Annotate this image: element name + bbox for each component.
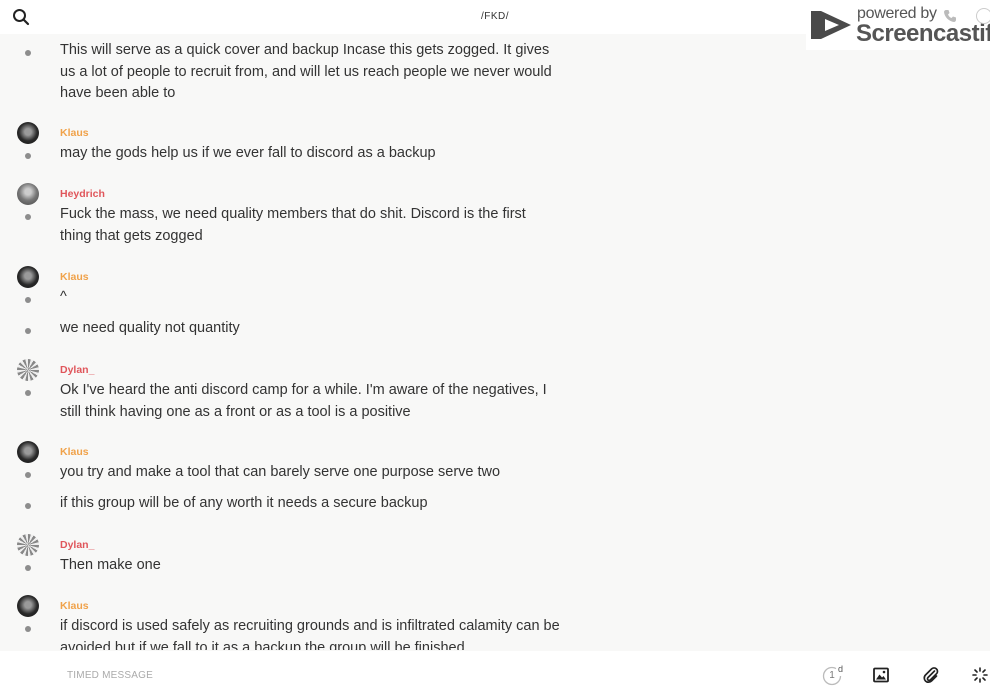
message-list: This will serve as a quick cover and bac… [0, 34, 990, 650]
loading-spinner-icon[interactable] [972, 667, 988, 683]
message-dot [25, 328, 31, 334]
info-icon[interactable] [976, 8, 990, 24]
message-author[interactable]: Klaus [60, 127, 89, 139]
avatar[interactable] [17, 359, 39, 381]
timed-message-input[interactable] [67, 670, 567, 681]
avatar[interactable] [17, 122, 39, 144]
composer-bar: 1 d [0, 651, 990, 700]
message-dot [25, 472, 31, 478]
avatar[interactable] [17, 266, 39, 288]
image-icon[interactable] [873, 667, 889, 683]
attachment-icon[interactable] [923, 666, 939, 684]
avatar[interactable] [17, 441, 39, 463]
message-text: Ok I've heard the anti discord camp for … [60, 382, 547, 420]
message-text: Fuck the mass, we need quality members t… [60, 206, 526, 244]
message-dot [25, 297, 31, 303]
message-dot [25, 565, 31, 571]
message-author[interactable]: Klaus [60, 600, 89, 612]
message-dot [25, 50, 31, 56]
message-text: may the gods help us if we ever fall to … [60, 145, 436, 161]
avatar[interactable] [17, 183, 39, 205]
message-text: if discord is used safely as recruiting … [60, 618, 560, 650]
phone-icon[interactable] [943, 9, 957, 28]
message-author[interactable]: Klaus [60, 271, 89, 283]
message-dot [25, 214, 31, 220]
message-dot [25, 390, 31, 396]
message-author[interactable]: Klaus [60, 446, 89, 458]
message-author[interactable]: Dylan_ [60, 364, 94, 376]
message-text: if this group will be of any worth it ne… [60, 495, 428, 511]
avatar[interactable] [17, 534, 39, 556]
message-dot [25, 626, 31, 632]
message-dot [25, 503, 31, 509]
avatar[interactable] [17, 595, 39, 617]
message-dot [25, 153, 31, 159]
message-author[interactable]: Dylan_ [60, 539, 94, 551]
message-text: This will serve as a quick cover and bac… [60, 42, 552, 101]
message-text: you try and make a tool that can barely … [60, 464, 501, 480]
timer-unit: d [838, 664, 844, 674]
message-text: ^ [60, 289, 67, 305]
message-text: we need quality not quantity [60, 320, 240, 336]
message-author[interactable]: Heydrich [60, 188, 105, 200]
message-text: Then make one [60, 557, 161, 573]
